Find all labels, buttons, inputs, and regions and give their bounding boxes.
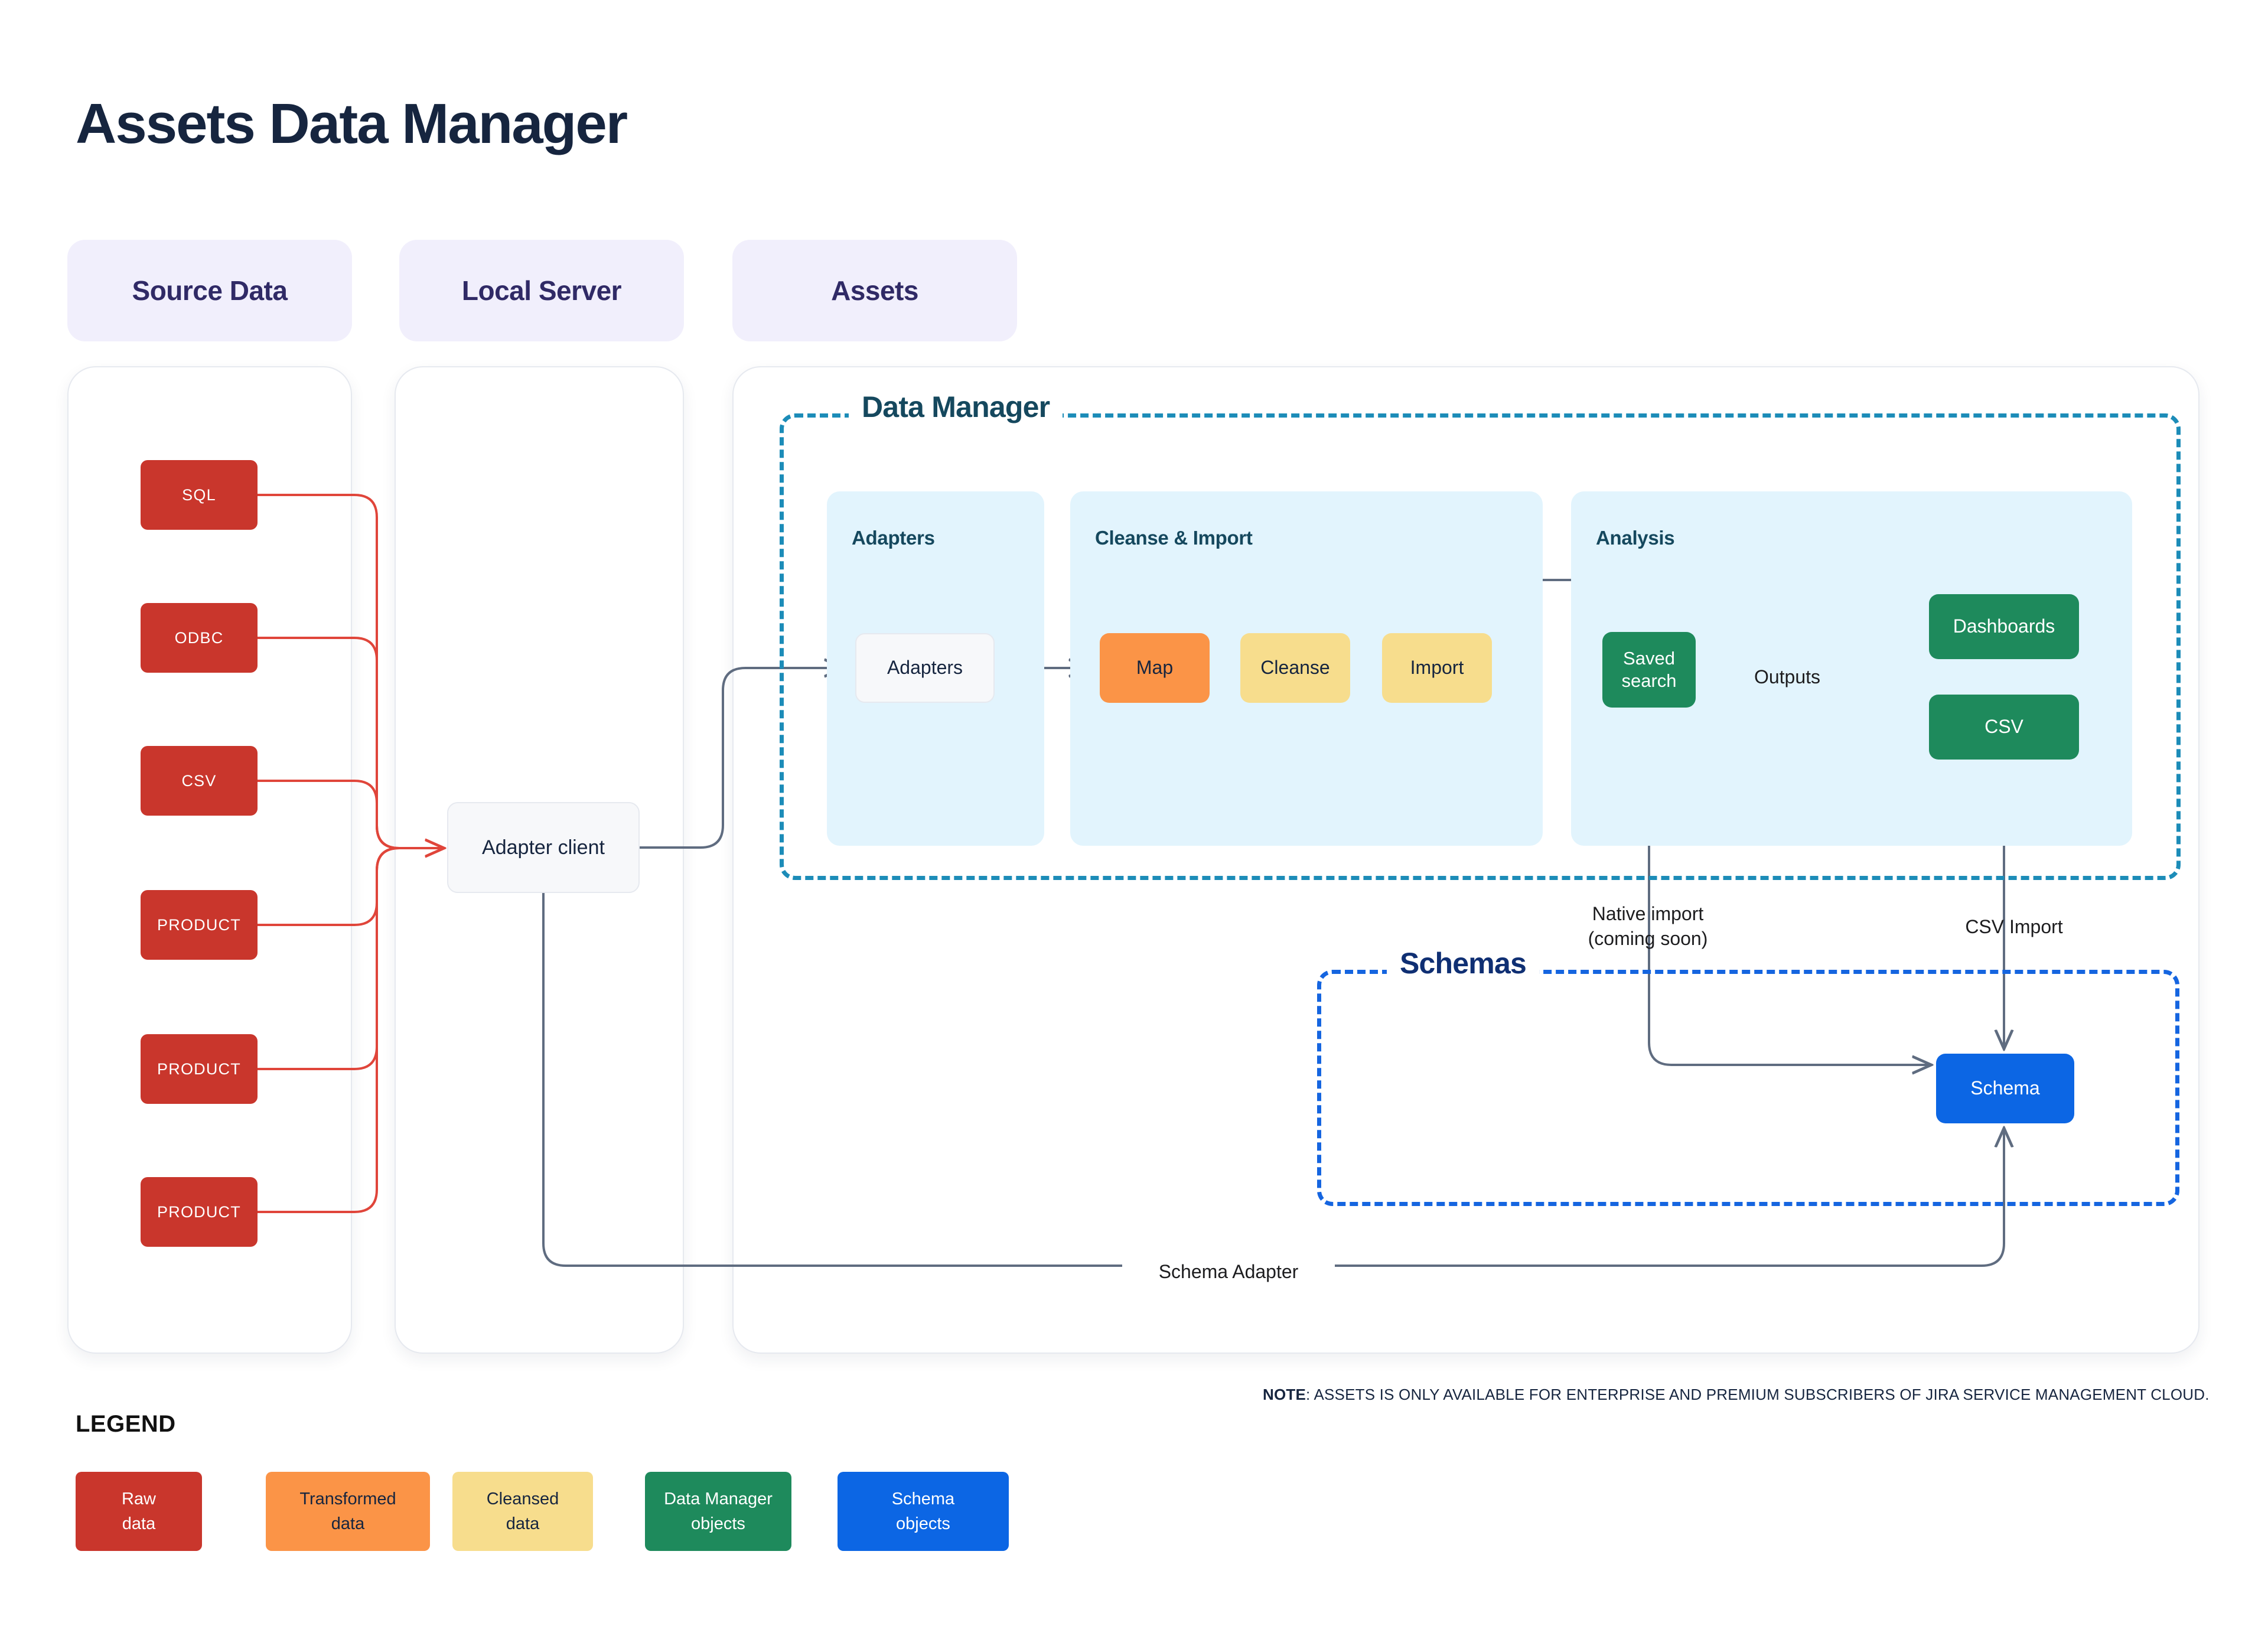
column-header-source-data: Source Data	[67, 240, 352, 341]
node-adapter-client[interactable]: Adapter client	[447, 802, 640, 893]
source-item-label: PRODUCT	[157, 1060, 241, 1078]
node-saved-search[interactable]: Saved search	[1602, 632, 1696, 708]
node-label: Adapter client	[482, 836, 605, 859]
source-item-odbc[interactable]: ODBC	[141, 603, 258, 673]
node-adapters[interactable]: Adapters	[855, 633, 995, 703]
node-cleanse[interactable]: Cleanse	[1240, 633, 1350, 703]
legend-item-schema-objects: Schema objects	[838, 1472, 1009, 1551]
node-dashboards[interactable]: Dashboards	[1929, 594, 2079, 659]
node-map[interactable]: Map	[1100, 633, 1210, 703]
source-item-sql[interactable]: SQL	[141, 460, 258, 530]
diagram-canvas: Assets Data Manager Source Data Local Se…	[0, 0, 2268, 1649]
source-item-label: SQL	[182, 485, 216, 504]
legend-item-raw-data: Raw data	[76, 1472, 202, 1551]
legend-item-label: Raw data	[121, 1489, 156, 1533]
node-label: Dashboards	[1953, 615, 2055, 637]
legend-item-label: Data Manager objects	[664, 1489, 773, 1533]
node-label: Adapters	[887, 657, 963, 679]
page-title: Assets Data Manager	[76, 92, 628, 155]
source-item-csv[interactable]: CSV	[141, 746, 258, 816]
legend-item-data-manager-objects: Data Manager objects	[645, 1472, 791, 1551]
edge-label-native-import: Native import (coming soon)	[1588, 903, 1708, 949]
node-schema[interactable]: Schema	[1936, 1054, 2074, 1123]
group-schemas-label: Schemas	[1387, 946, 1539, 980]
node-label: Map	[1136, 657, 1174, 679]
source-item-label: CSV	[181, 771, 217, 790]
legend-item-cleansed-data: Cleansed data	[452, 1472, 593, 1551]
source-item-product-3[interactable]: PRODUCT	[141, 1177, 258, 1247]
edge-label-csv-import: CSV Import	[1965, 916, 2063, 937]
column-header-local-server: Local Server	[399, 240, 684, 341]
subgroup-title: Analysis	[1596, 527, 1675, 549]
edge-label-outputs: Outputs	[1754, 666, 1821, 687]
source-item-label: ODBC	[174, 628, 224, 647]
node-label: CSV	[1984, 716, 2023, 738]
legend-item-label: Schema objects	[891, 1489, 955, 1533]
node-label: Saved search	[1621, 648, 1677, 691]
column-header-label: Source Data	[132, 275, 288, 306]
source-item-product-1[interactable]: PRODUCT	[141, 890, 258, 960]
source-item-label: PRODUCT	[157, 915, 241, 934]
column-header-label: Assets	[831, 275, 918, 306]
node-label: Cleanse	[1260, 657, 1330, 679]
column-header-label: Local Server	[461, 275, 622, 306]
node-label: Schema	[1970, 1077, 2040, 1099]
legend-item-transformed-data: Transformed data	[266, 1472, 430, 1551]
note-prefix: NOTE	[1263, 1386, 1306, 1403]
source-item-label: PRODUCT	[157, 1202, 241, 1221]
edge-label-schema-adapter: Schema Adapter	[1122, 1260, 1335, 1285]
source-item-product-2[interactable]: PRODUCT	[141, 1034, 258, 1104]
legend-item-label: Cleansed data	[486, 1489, 559, 1533]
group-data-manager-label: Data Manager	[849, 390, 1063, 424]
legend-title: LEGEND	[76, 1411, 176, 1437]
subgroup-title: Adapters	[852, 527, 935, 549]
note-text: NOTE: ASSETS IS ONLY AVAILABLE FOR ENTER…	[1263, 1386, 2210, 1404]
node-csv[interactable]: CSV	[1929, 695, 2079, 760]
node-import[interactable]: Import	[1382, 633, 1492, 703]
column-header-assets: Assets	[732, 240, 1017, 341]
node-label: Import	[1410, 657, 1464, 679]
note-body: : ASSETS IS ONLY AVAILABLE FOR ENTERPRIS…	[1306, 1386, 2210, 1403]
legend-item-label: Transformed data	[299, 1489, 396, 1533]
subgroup-title: Cleanse & Import	[1095, 527, 1253, 549]
